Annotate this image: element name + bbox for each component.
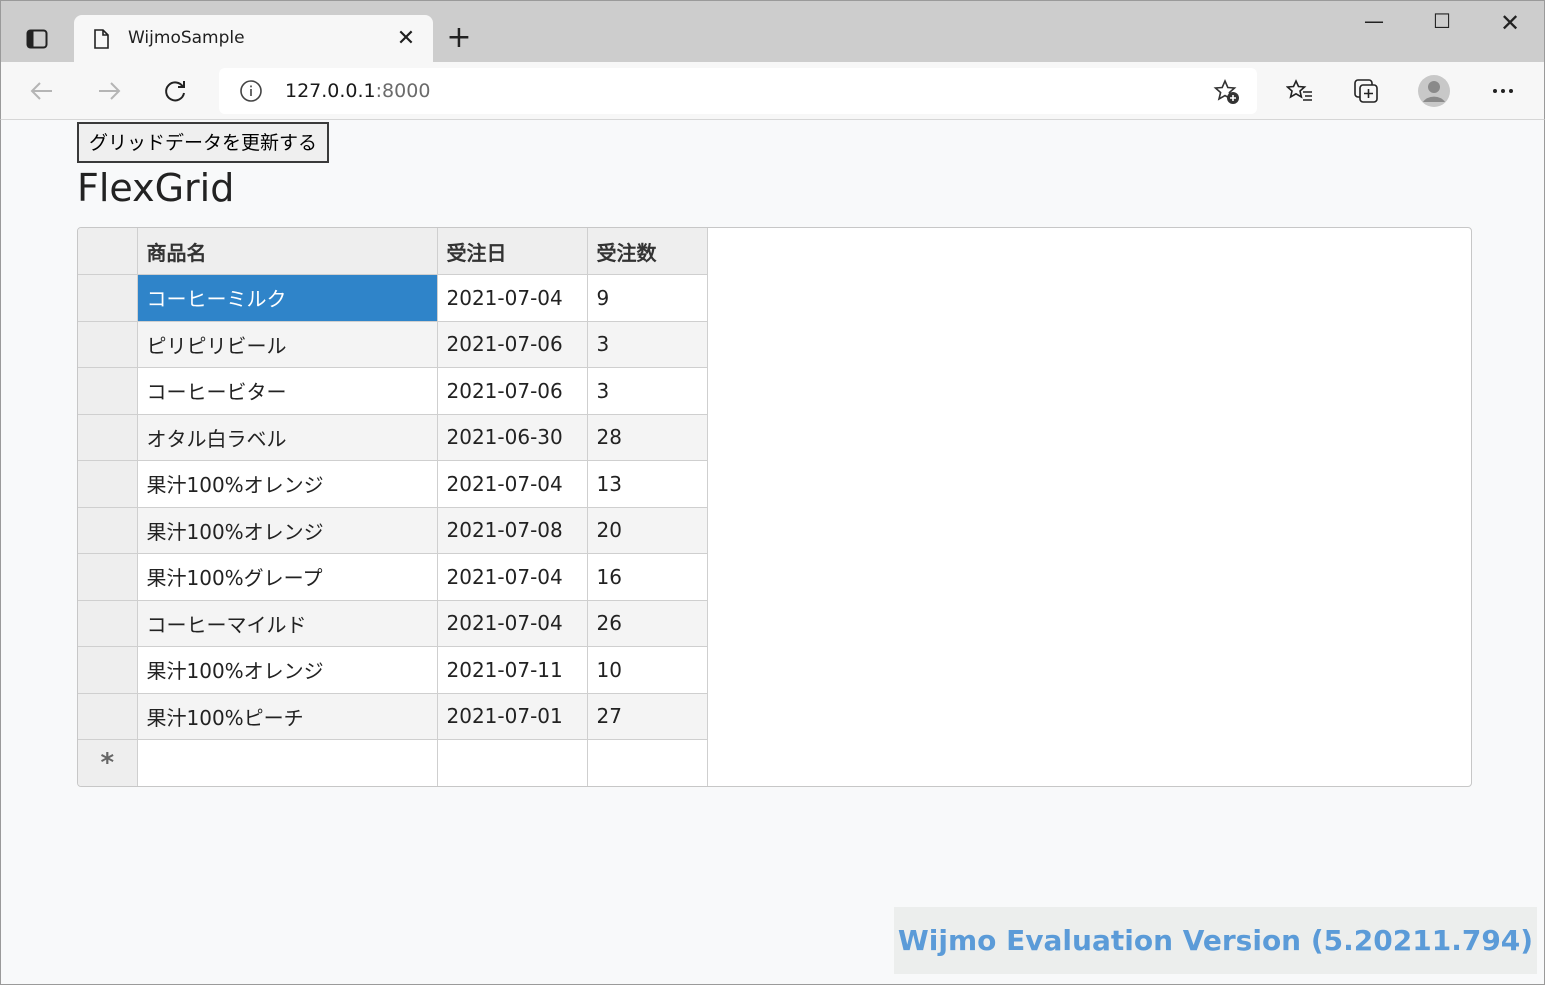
grid-cell[interactable]: 20	[587, 507, 708, 554]
table-row: 果汁100%グレープ 2021-07-04 16	[78, 553, 708, 601]
profile-avatar[interactable]	[1415, 72, 1453, 110]
grid-cell[interactable]: 果汁100%オレンジ	[137, 646, 438, 694]
window-close-icon[interactable]: ✕	[1485, 9, 1535, 39]
table-row: コーヒーマイルド 2021-07-04 26	[78, 600, 708, 647]
url-text[interactable]: 127.0.0.1:8000	[285, 80, 430, 102]
column-header-order-date[interactable]: 受注日	[437, 228, 588, 275]
grid-cell[interactable]: オタル白ラベル	[137, 414, 438, 461]
grid-cell[interactable]: ピリピリビール	[137, 321, 438, 368]
grid-cell[interactable]: 果汁100%グレープ	[137, 553, 438, 601]
grid-cell[interactable]: 2021-07-04	[437, 274, 588, 322]
page-heading: FlexGrid	[77, 166, 235, 210]
grid-cell[interactable]: 28	[587, 414, 708, 461]
row-header[interactable]	[78, 414, 138, 461]
table-row: 果汁100%オレンジ 2021-07-04 13	[78, 460, 708, 508]
minimize-icon[interactable]: —	[1349, 9, 1399, 39]
browser-toolbar: 127.0.0.1:8000	[0, 62, 1545, 120]
url-host: 127.0.0.1	[285, 80, 376, 102]
grid-cell[interactable]: 果汁100%オレンジ	[137, 460, 438, 508]
grid-cell[interactable]: 3	[587, 321, 708, 368]
table-row: ピリピリビール 2021-07-06 3	[78, 321, 708, 368]
grid-cell[interactable]: 2021-07-11	[437, 646, 588, 694]
grid-cell[interactable]: 2021-07-04	[437, 553, 588, 601]
page-icon	[90, 28, 112, 50]
grid-cell[interactable]: 果汁100%オレンジ	[137, 507, 438, 554]
new-tab-button[interactable]: +	[444, 23, 474, 53]
address-bar[interactable]: 127.0.0.1:8000	[219, 68, 1257, 114]
page-content: グリッドデータを更新する FlexGrid 商品名 受注日 受注数 コーヒーミル…	[0, 120, 1545, 985]
table-row: 果汁100%ピーチ 2021-07-01 27	[78, 693, 708, 740]
maximize-icon[interactable]: ☐	[1417, 9, 1467, 39]
grid-cell[interactable]: 27	[587, 693, 708, 740]
row-header[interactable]	[78, 693, 138, 740]
row-header[interactable]	[78, 321, 138, 368]
more-menu-icon[interactable]	[1484, 72, 1522, 110]
grid-cell[interactable]: 2021-07-06	[437, 367, 588, 415]
new-row-marker[interactable]: *	[78, 739, 138, 786]
new-row: *	[78, 739, 708, 786]
tab-close-icon[interactable]: ✕	[394, 27, 418, 51]
tab-strip: WijmoSample ✕ + — ☐ ✕	[0, 0, 1545, 63]
grid-header-row: 商品名 受注日 受注数	[78, 228, 708, 275]
row-header[interactable]	[78, 646, 138, 694]
browser-tab-active[interactable]: WijmoSample ✕	[74, 15, 433, 63]
row-header[interactable]	[78, 274, 138, 322]
grid-cell[interactable]: 3	[587, 367, 708, 415]
grid-cell[interactable]: 2021-06-30	[437, 414, 588, 461]
grid-cell[interactable]: 果汁100%ピーチ	[137, 693, 438, 740]
tab-title: WijmoSample	[128, 28, 245, 48]
back-arrow-icon[interactable]	[23, 72, 61, 110]
grid-corner-cell	[78, 228, 138, 275]
reload-icon[interactable]	[156, 72, 194, 110]
column-header-product[interactable]: 商品名	[137, 228, 438, 275]
site-info-icon[interactable]	[239, 79, 263, 103]
new-row-cell[interactable]	[137, 739, 438, 786]
column-header-quantity[interactable]: 受注数	[587, 228, 708, 275]
new-row-cell[interactable]	[437, 739, 588, 786]
row-header[interactable]	[78, 600, 138, 647]
grid-table: 商品名 受注日 受注数 コーヒーミルク 2021-07-04 9 ピリピリビール…	[78, 228, 708, 786]
row-header[interactable]	[78, 460, 138, 508]
grid-cell[interactable]: 26	[587, 600, 708, 647]
flexgrid[interactable]: 商品名 受注日 受注数 コーヒーミルク 2021-07-04 9 ピリピリビール…	[77, 227, 1472, 787]
grid-cell[interactable]: 2021-07-08	[437, 507, 588, 554]
table-row: 果汁100%オレンジ 2021-07-11 10	[78, 646, 708, 694]
tab-actions-icon[interactable]	[15, 17, 59, 61]
collections-icon[interactable]	[1347, 72, 1385, 110]
grid-cell[interactable]: 2021-07-06	[437, 321, 588, 368]
grid-cell[interactable]: コーヒービター	[137, 367, 438, 415]
grid-cell[interactable]: 2021-07-01	[437, 693, 588, 740]
grid-cell-selected[interactable]: コーヒーミルク	[137, 274, 438, 322]
new-row-cell[interactable]	[587, 739, 708, 786]
row-header[interactable]	[78, 367, 138, 415]
add-favorite-star-icon[interactable]	[1213, 78, 1241, 106]
table-row: コーヒーミルク 2021-07-04 9	[78, 274, 708, 322]
grid-cell[interactable]: 9	[587, 274, 708, 322]
grid-cell[interactable]: 2021-07-04	[437, 600, 588, 647]
update-grid-button[interactable]: グリッドデータを更新する	[77, 122, 330, 163]
grid-cell[interactable]: 16	[587, 553, 708, 601]
favorites-icon[interactable]	[1281, 72, 1319, 110]
table-row: コーヒービター 2021-07-06 3	[78, 367, 708, 415]
url-port: :8000	[375, 80, 431, 102]
row-header[interactable]	[78, 507, 138, 554]
grid-cell[interactable]: コーヒーマイルド	[137, 600, 438, 647]
forward-arrow-icon[interactable]	[90, 72, 128, 110]
table-row: 果汁100%オレンジ 2021-07-08 20	[78, 507, 708, 554]
row-header[interactable]	[78, 553, 138, 601]
evaluation-watermark: Wijmo Evaluation Version (5.20211.794)	[894, 907, 1537, 974]
grid-cell[interactable]: 10	[587, 646, 708, 694]
grid-cell[interactable]: 2021-07-04	[437, 460, 588, 508]
table-row: オタル白ラベル 2021-06-30 28	[78, 414, 708, 461]
grid-cell[interactable]: 13	[587, 460, 708, 508]
